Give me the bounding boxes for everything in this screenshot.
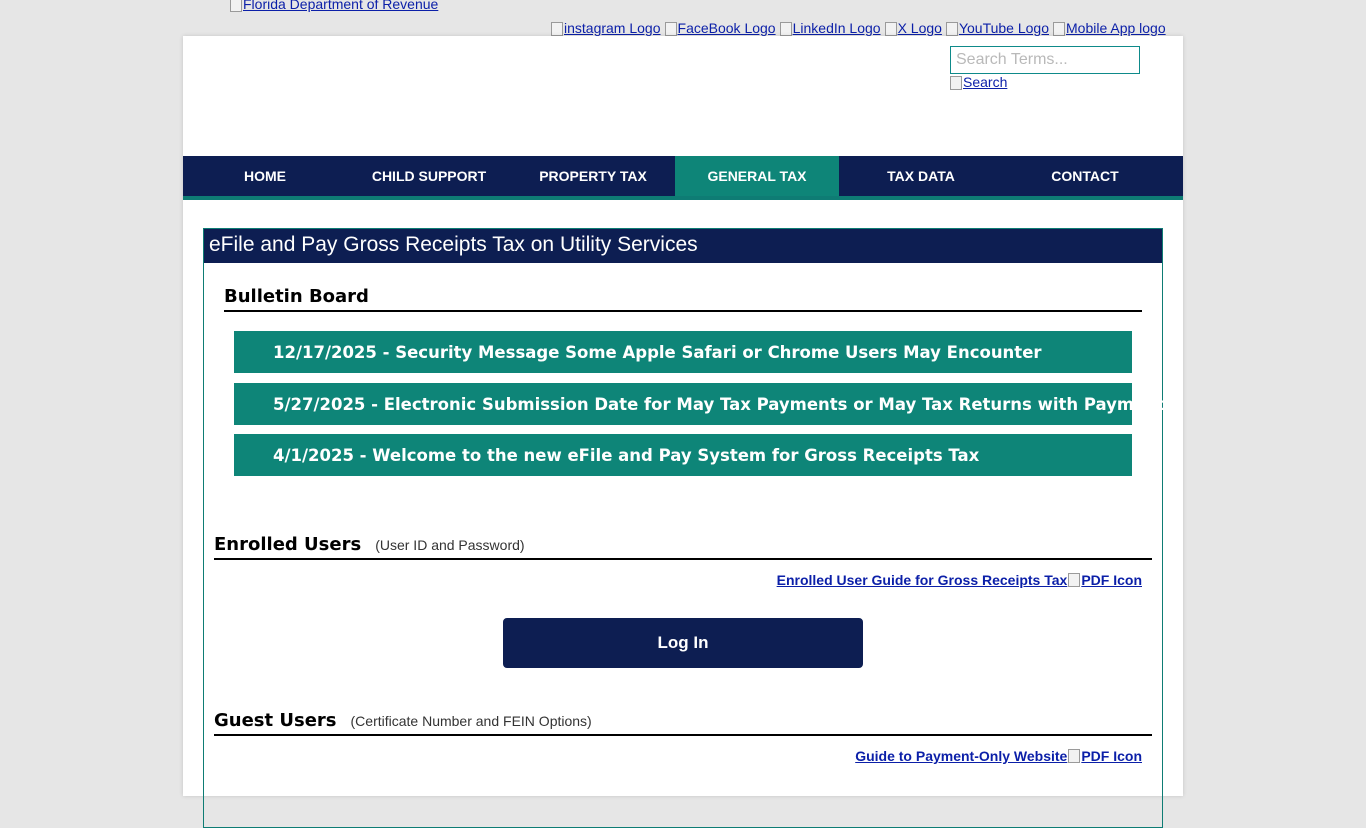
login-button[interactable]: Log In — [503, 618, 863, 668]
enrolled-guide-label: Enrolled User Guide for Gross Receipts T… — [776, 572, 1068, 588]
x-link[interactable]: X Logo — [884, 20, 942, 36]
enrolled-users-subtitle: (User ID and Password) — [375, 537, 525, 553]
nav-child-support[interactable]: CHILD SUPPORT — [347, 156, 511, 196]
linkedin-link[interactable]: LinkedIn Logo — [779, 20, 881, 36]
pdf-icon-alt: PDF Icon — [1081, 748, 1142, 764]
bulletin-item[interactable]: 5/27/2025 - Electronic Submission Date f… — [234, 383, 1175, 425]
content-panel: eFile and Pay Gross Receipts Tax on Util… — [203, 228, 1175, 828]
main-nav: HOME CHILD SUPPORT PROPERTY TAX GENERAL … — [183, 156, 1183, 200]
linkedin-alt: LinkedIn Logo — [792, 20, 881, 36]
broken-image-icon — [230, 0, 242, 12]
mobile-app-alt: Mobile App logo — [1066, 20, 1166, 36]
nav-home[interactable]: HOME — [183, 156, 347, 196]
youtube-alt: YouTube Logo — [958, 20, 1049, 36]
enrolled-users-heading: Enrolled Users (User ID and Password) — [214, 534, 1152, 560]
youtube-icon — [945, 22, 958, 36]
guest-users-subtitle: (Certificate Number and FEIN Options) — [350, 713, 592, 729]
search-button-alt: Search — [963, 74, 1008, 90]
x-icon — [884, 22, 897, 36]
nav-general-tax[interactable]: GENERAL TAX — [675, 156, 839, 196]
bulletin-item[interactable]: 4/1/2025 - Welcome to the new eFile and … — [234, 434, 1132, 476]
social-links: instagram Logo FaceBook Logo LinkedIn Lo… — [551, 20, 1166, 36]
search-icon — [950, 76, 962, 90]
x-alt: X Logo — [897, 20, 942, 36]
pdf-icon — [1068, 749, 1081, 763]
instagram-icon — [551, 22, 563, 36]
pdf-icon — [1068, 573, 1081, 587]
search-input[interactable] — [950, 46, 1140, 74]
guest-guide-link[interactable]: Guide to Payment-Only Website PDF Icon — [855, 748, 1142, 764]
bulletin-item[interactable]: 12/17/2025 - Security Message Some Apple… — [234, 331, 1132, 373]
youtube-link[interactable]: YouTube Logo — [945, 20, 1049, 36]
enrolled-users-title: Enrolled Users — [214, 534, 362, 555]
facebook-icon — [664, 22, 677, 36]
dor-logo-link[interactable]: Florida Department of Revenue — [230, 0, 438, 12]
bulletin-heading: Bulletin Board — [224, 286, 1142, 312]
nav-property-tax[interactable]: PROPERTY TAX — [511, 156, 675, 196]
guest-users-title: Guest Users — [214, 710, 337, 731]
guest-guide-label: Guide to Payment-Only Website — [855, 748, 1068, 764]
nav-contact[interactable]: CONTACT — [1003, 156, 1167, 196]
facebook-alt: FaceBook Logo — [677, 20, 776, 36]
page-title: eFile and Pay Gross Receipts Tax on Util… — [204, 229, 1162, 263]
nav-tax-data[interactable]: TAX DATA — [839, 156, 1003, 196]
page-container: Search HOME CHILD SUPPORT PROPERTY TAX G… — [183, 36, 1183, 828]
instagram-link[interactable]: instagram Logo — [551, 20, 661, 36]
pdf-icon-alt: PDF Icon — [1081, 572, 1142, 588]
guest-users-heading: Guest Users (Certificate Number and FEIN… — [214, 710, 1152, 736]
mobile-app-icon — [1053, 22, 1065, 36]
instagram-alt: instagram Logo — [564, 20, 661, 36]
search-button[interactable]: Search — [950, 74, 1007, 90]
enrolled-guide-link[interactable]: Enrolled User Guide for Gross Receipts T… — [777, 572, 1142, 588]
linkedin-icon — [779, 22, 792, 36]
mobile-app-link[interactable]: Mobile App logo — [1053, 20, 1166, 36]
dor-logo-alt: Florida Department of Revenue — [243, 0, 439, 12]
facebook-link[interactable]: FaceBook Logo — [664, 20, 776, 36]
